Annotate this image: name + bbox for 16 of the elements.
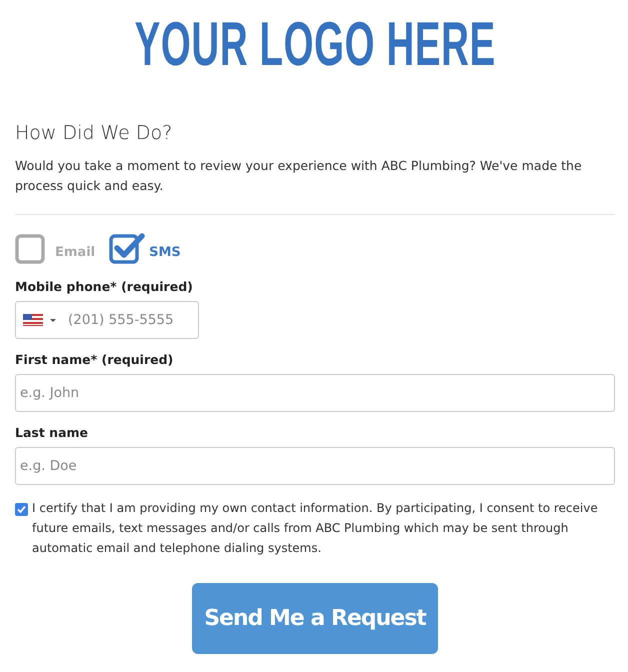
consent-text: I certify that I am providing my own contact information. By participating, I consent to receive future emails, text messages and/or calls from ABC Plumbing which may be sent through automatic email and telephone dialing systems.	[32, 500, 599, 557]
field-label: Mobile phone* (required)	[15, 279, 194, 294]
phone-field[interactable]: (201) 555-5555	[15, 301, 199, 339]
checkbox[interactable]	[109, 233, 146, 265]
field-label: First name* (required)	[15, 352, 174, 367]
logo-text: YOUR LOGO HERE	[134, 14, 496, 81]
checkbox-label: SMS	[149, 244, 181, 260]
consent-checkbox[interactable]	[15, 503, 28, 516]
form-heading: How Did We Do?	[15, 122, 174, 144]
input-field[interactable]: e.g. Doe	[15, 447, 615, 485]
field-label: Last name	[15, 425, 90, 440]
intro-text: Would you take a moment to review your experience with ABC Plumbing? We've made the process quick and easy.	[15, 157, 583, 195]
country-dropdown-icon[interactable]	[23, 314, 59, 326]
checkbox-label: Email	[55, 244, 96, 260]
send-request-button[interactable]: Send Me a Request	[192, 583, 438, 654]
input-field[interactable]: e.g. John	[15, 374, 615, 412]
